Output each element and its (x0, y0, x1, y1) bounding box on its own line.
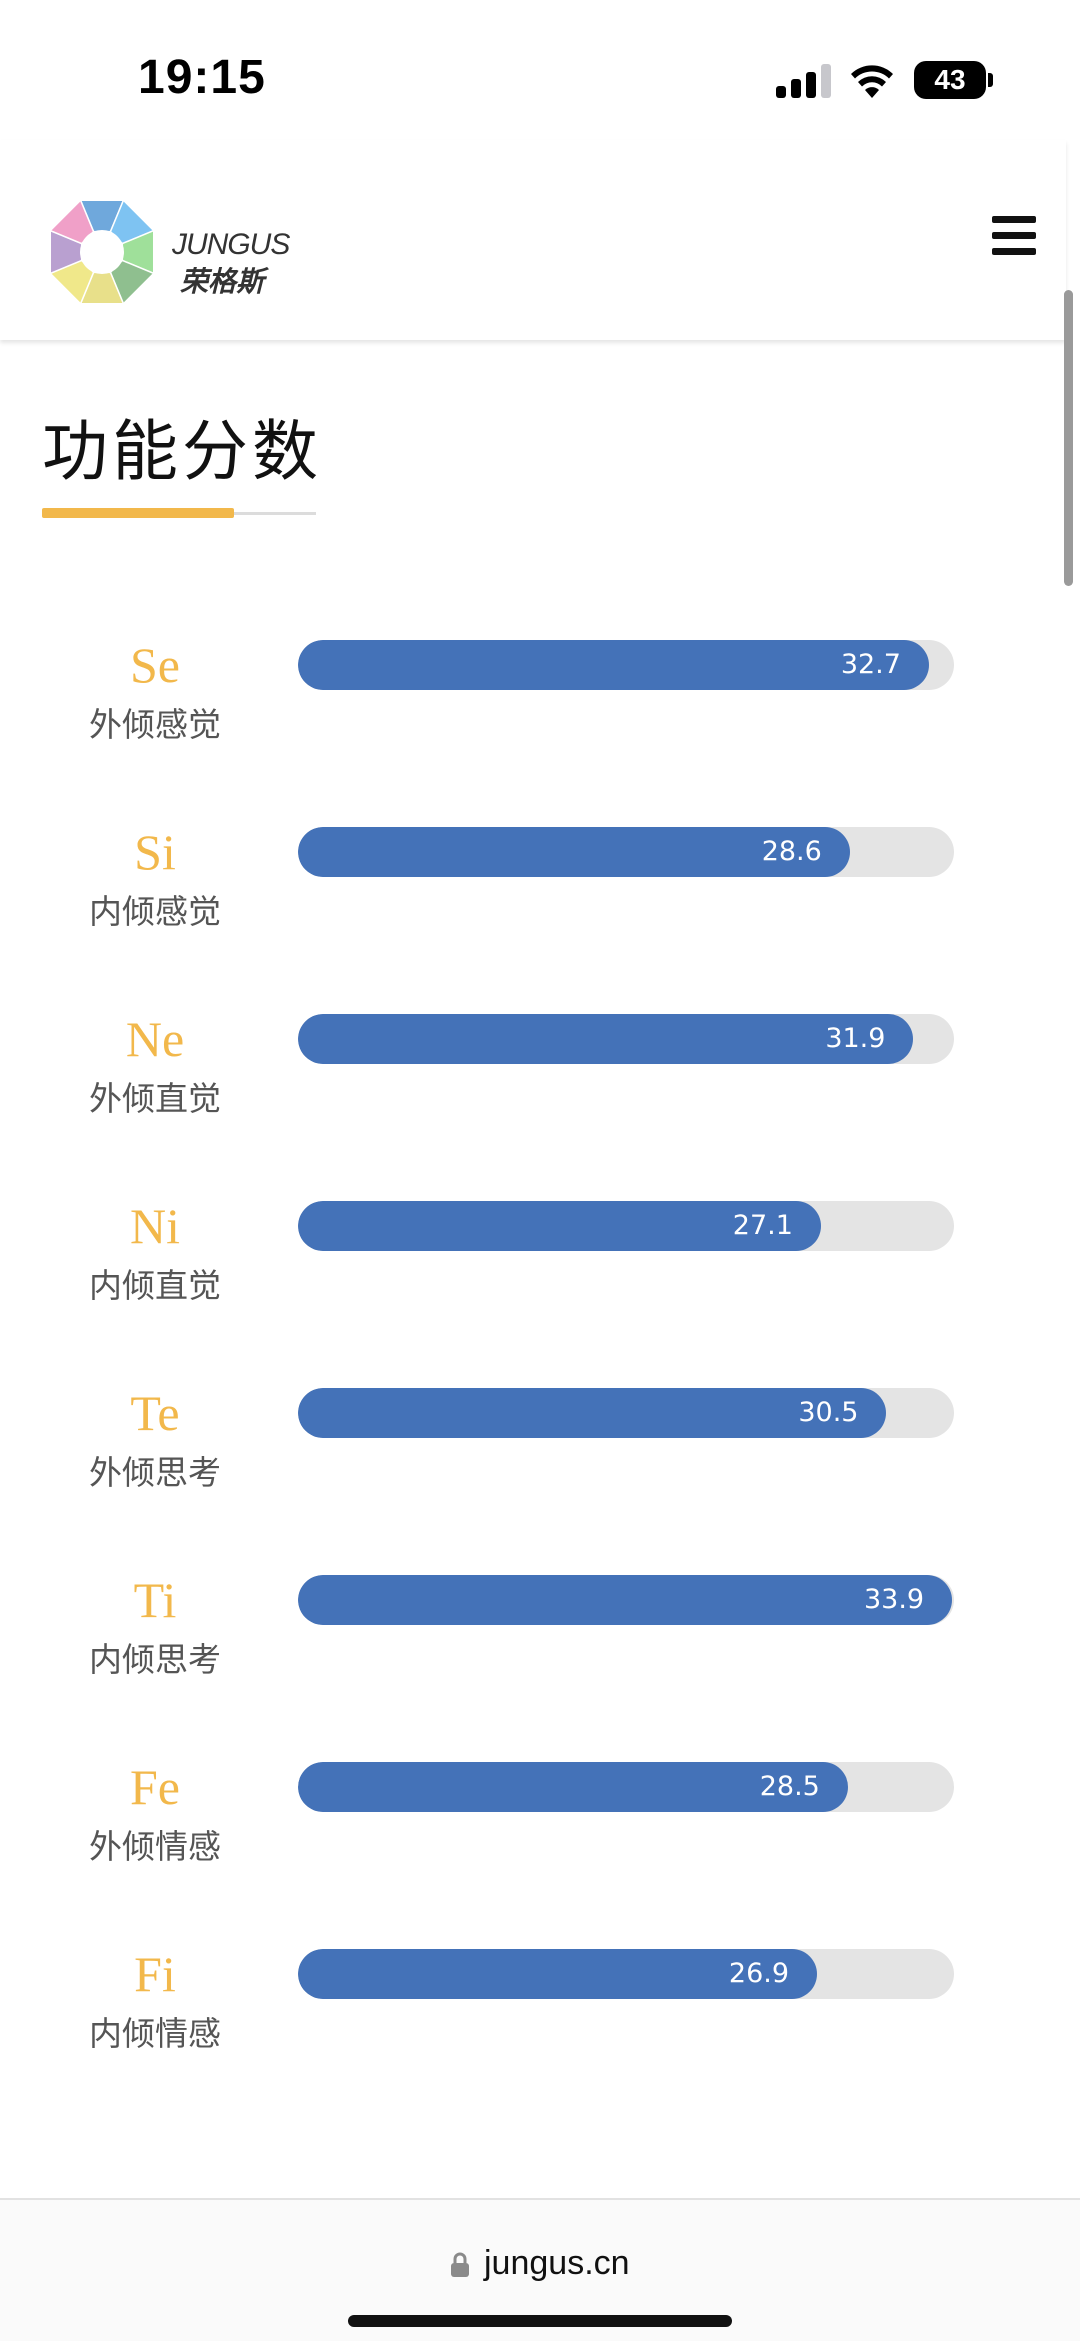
page: 19:15 43 JUNGUS 荣格斯 功能分数 Se 外倾感觉 32.7 Si… (0, 0, 1080, 2341)
score-row-fe: Fe 外倾情感 28.5 (0, 1758, 1066, 1898)
score-bar-fill: 33.9 (298, 1575, 953, 1625)
function-name: 外倾情感 (89, 1827, 221, 1866)
score-bar-fill: 30.5 (298, 1388, 887, 1438)
score-row-fi: Fi 内倾情感 26.9 (0, 1945, 1066, 2085)
home-indicator[interactable] (348, 2315, 732, 2327)
status-bar: 19:15 43 (0, 0, 1080, 140)
score-row-te: Te 外倾思考 30.5 (0, 1384, 1066, 1524)
function-code: Si (134, 824, 176, 880)
score-row-se: Se 外倾感觉 32.7 (0, 636, 1066, 776)
score-value: 30.5 (798, 1397, 859, 1428)
lock-icon (451, 2252, 469, 2277)
function-code: Se (130, 637, 180, 693)
title-underline-accent (42, 508, 234, 518)
score-bar-track: 26.9 (298, 1949, 954, 1999)
jungus-logo-icon[interactable] (44, 194, 160, 310)
function-name: 外倾直觉 (89, 1079, 221, 1118)
function-code: Ti (133, 1572, 177, 1628)
hamburger-menu-icon[interactable] (992, 216, 1038, 256)
score-value: 32.7 (840, 649, 901, 680)
function-code: Ni (130, 1198, 180, 1254)
score-value: 33.9 (863, 1584, 925, 1615)
function-name: 外倾感觉 (89, 705, 221, 744)
score-value: 31.9 (825, 1023, 886, 1054)
function-code: Ne (125, 1011, 185, 1067)
score-row-si: Si 内倾感觉 28.6 (0, 823, 1066, 963)
site-header: JUNGUS 荣格斯 (0, 140, 1066, 340)
score-bar-fill: 27.1 (298, 1201, 821, 1251)
wifi-icon (851, 65, 893, 98)
score-value: 27.1 (732, 1210, 793, 1241)
score-value: 28.5 (759, 1771, 820, 1802)
logo-text-cn[interactable]: 荣格斯 (180, 260, 264, 300)
function-code: Fi (134, 1946, 176, 2002)
score-bar-track: 30.5 (298, 1388, 954, 1438)
function-name: 内倾直觉 (89, 1266, 221, 1305)
score-bar-track: 32.7 (298, 640, 954, 690)
score-bar-fill: 32.7 (298, 640, 929, 690)
score-value: 28.6 (761, 836, 822, 867)
score-row-ti: Ti 内倾思考 33.9 (0, 1571, 1066, 1711)
score-value: 26.9 (728, 1958, 790, 1989)
status-time: 19:15 (138, 51, 266, 104)
score-bar-fill: 26.9 (298, 1949, 818, 1999)
browser-url-bar[interactable]: jungus.cn (0, 2198, 1080, 2341)
function-name: 内倾感觉 (89, 892, 221, 931)
score-bar-track: 31.9 (298, 1014, 954, 1064)
cellular-signal-icon (776, 64, 832, 98)
scrollbar[interactable] (1064, 290, 1073, 586)
score-bar-fill: 28.6 (298, 827, 850, 877)
function-code: Te (130, 1385, 180, 1441)
function-name: 外倾思考 (89, 1453, 221, 1492)
score-row-ne: Ne 外倾直觉 31.9 (0, 1010, 1066, 1150)
score-bar-track: 33.9 (298, 1575, 954, 1625)
title-underline (42, 508, 316, 518)
function-name: 内倾情感 (89, 2014, 221, 2053)
function-code: Fe (130, 1759, 180, 1815)
score-bar-track: 28.6 (298, 827, 954, 877)
logo-text-en[interactable]: JUNGUS (172, 228, 290, 262)
battery-nub (988, 73, 993, 87)
page-title: 功能分数 (42, 413, 322, 490)
score-bar-track: 28.5 (298, 1762, 954, 1812)
score-bar-track: 27.1 (298, 1201, 954, 1251)
url-text[interactable]: jungus.cn (484, 2244, 630, 2283)
score-bar-fill: 28.5 (298, 1762, 848, 1812)
battery-icon: 43 (914, 61, 986, 99)
score-row-ni: Ni 内倾直觉 27.1 (0, 1197, 1066, 1337)
score-bar-fill: 31.9 (298, 1014, 914, 1064)
logo-center (80, 230, 124, 274)
function-name: 内倾思考 (89, 1640, 221, 1679)
